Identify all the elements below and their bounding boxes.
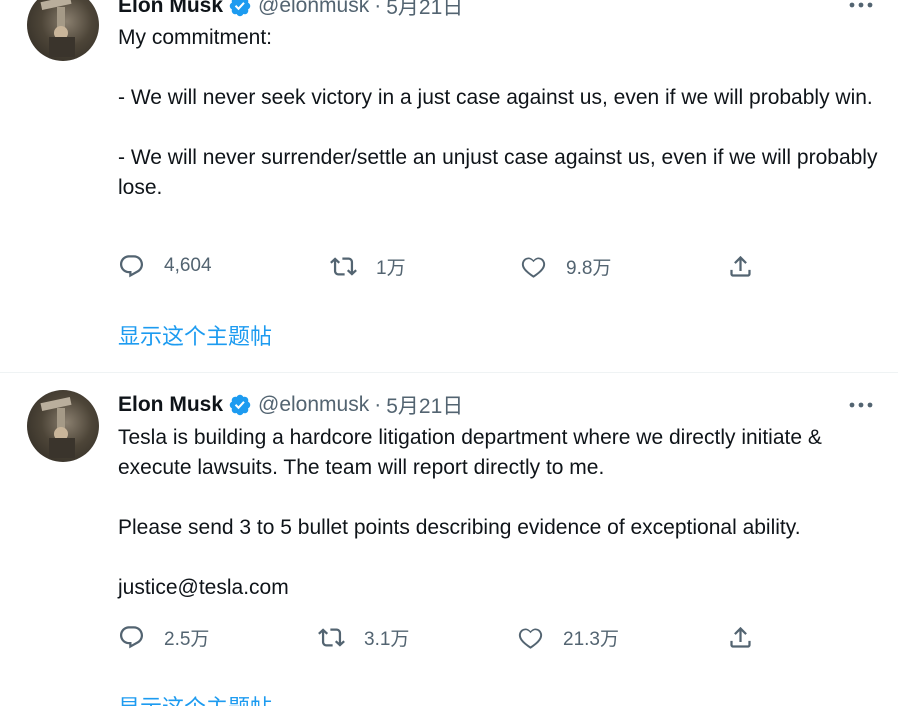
retweet-icon <box>318 627 345 647</box>
separator-dot: · <box>374 393 382 416</box>
author-handle[interactable]: @elonmusk <box>258 0 369 18</box>
more-icon[interactable] <box>848 0 874 18</box>
separator-dot: · <box>374 0 382 17</box>
tweet-actions: 4,604 1万 9.8万 <box>118 251 778 281</box>
reply-icon <box>119 254 144 277</box>
show-thread-link[interactable]: 显示这个主题帖 <box>118 690 272 706</box>
retweet-count: 1万 <box>376 257 406 279</box>
share-button[interactable] <box>727 251 754 281</box>
verified-badge-icon <box>229 394 251 416</box>
tweet-text: My commitment: - We will never seek vict… <box>118 23 878 203</box>
avatar[interactable] <box>27 0 99 61</box>
retweet-icon <box>330 256 357 276</box>
avatar[interactable] <box>27 390 99 462</box>
like-count: 9.8万 <box>566 257 612 279</box>
verified-badge-icon <box>229 0 251 17</box>
author-handle[interactable]: @elonmusk <box>258 393 369 417</box>
author-name[interactable]: Elon Musk <box>118 0 223 18</box>
more-icon[interactable] <box>848 392 874 418</box>
reply-button[interactable]: 4,604 <box>118 251 212 281</box>
reply-button[interactable]: 2.5万 <box>118 622 209 652</box>
share-button[interactable] <box>727 622 754 652</box>
tweet-line: - We will never surrender/settle an unju… <box>118 146 878 199</box>
author-name[interactable]: Elon Musk <box>118 393 223 417</box>
reply-count: 2.5万 <box>164 628 210 650</box>
heart-icon <box>518 628 543 649</box>
like-count: 21.3万 <box>563 628 619 650</box>
tweet-line: justice@tesla.com <box>118 576 289 599</box>
tweet-date[interactable]: 5月21日 <box>386 0 463 21</box>
tweet-line: My commitment: <box>118 26 273 49</box>
show-thread-link[interactable]: 显示这个主题帖 <box>118 319 272 351</box>
retweet-button[interactable]: 1万 <box>330 251 406 281</box>
tweet-divider <box>0 372 898 373</box>
share-icon <box>730 626 751 648</box>
tweet-header: Elon Musk @elonmusk · 5月21日 <box>118 391 463 419</box>
tweet-line: Tesla is building a hardcore litigation … <box>118 426 822 479</box>
reply-icon <box>119 625 144 648</box>
reply-count: 4,604 <box>164 255 212 276</box>
heart-icon <box>521 257 546 278</box>
timeline: Elon Musk @elonmusk · 5月21日 My commitmen… <box>0 0 898 706</box>
retweet-count: 3.1万 <box>364 628 410 650</box>
tweet-text: Tesla is building a hardcore litigation … <box>118 423 878 603</box>
retweet-button[interactable]: 3.1万 <box>318 622 409 652</box>
tweet-actions: 2.5万 3.1万 21.3万 <box>118 622 778 652</box>
share-icon <box>730 255 751 277</box>
like-button[interactable]: 21.3万 <box>517 622 619 652</box>
tweet-line: Please send 3 to 5 bullet points describ… <box>118 516 801 539</box>
tweet-date[interactable]: 5月21日 <box>386 390 463 420</box>
tweet-header: Elon Musk @elonmusk · 5月21日 <box>118 0 463 20</box>
tweet-line: - We will never seek victory in a just c… <box>118 86 873 109</box>
like-button[interactable]: 9.8万 <box>520 251 611 281</box>
